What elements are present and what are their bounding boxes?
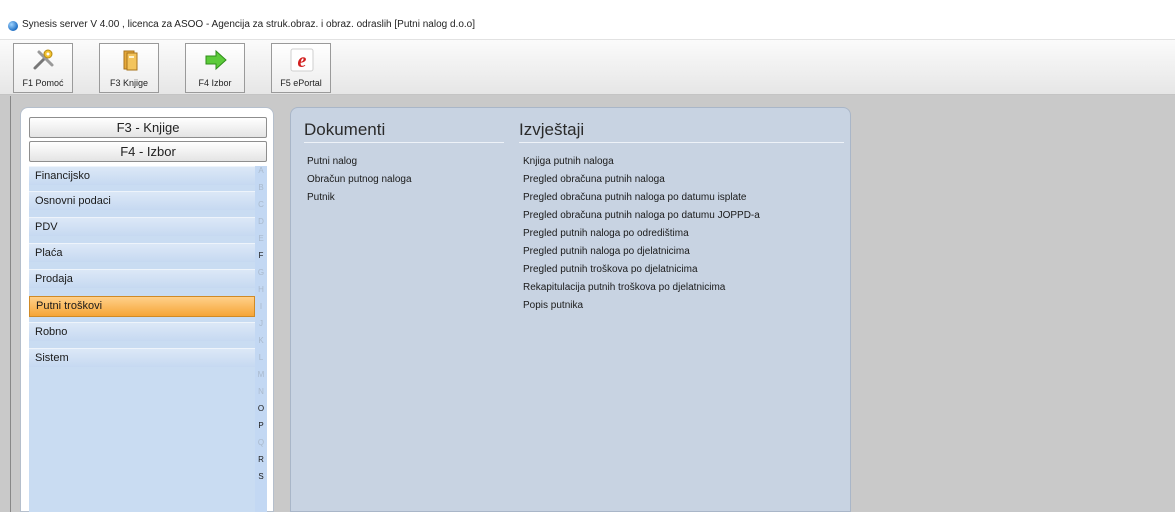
app-logo-icon xyxy=(8,21,18,31)
index-letter[interactable]: O xyxy=(255,404,267,413)
doc-link-putni-nalog[interactable]: Putni nalog xyxy=(307,156,357,167)
knjige-panel-button[interactable]: F3 - Knjige xyxy=(29,117,267,138)
index-letter[interactable]: Q xyxy=(255,438,267,447)
index-letter[interactable]: D xyxy=(255,217,267,226)
index-letter[interactable]: I xyxy=(255,302,267,311)
index-letter[interactable]: S xyxy=(255,472,267,481)
report-link[interactable]: Popis putnika xyxy=(523,300,583,311)
module-item-placa[interactable]: Plaća xyxy=(29,243,255,262)
izbor-panel-button[interactable]: F4 - Izbor xyxy=(29,141,267,162)
index-letter[interactable]: J xyxy=(255,319,267,328)
knjige-button-label: F3 Knjige xyxy=(109,78,149,88)
books-folder-icon xyxy=(123,50,138,71)
doc-link-putnik[interactable]: Putnik xyxy=(307,192,335,203)
index-letter[interactable]: N xyxy=(255,387,267,396)
module-item-putni-troskovi[interactable]: Putni troškovi xyxy=(29,296,255,317)
report-link[interactable]: Knjiga putnih naloga xyxy=(523,156,614,167)
index-letter[interactable]: F xyxy=(255,251,267,260)
index-letter[interactable]: L xyxy=(255,353,267,362)
index-letter[interactable]: K xyxy=(255,336,267,345)
help-button[interactable]: F1 Pomoć xyxy=(13,43,73,93)
index-letter[interactable]: M xyxy=(255,370,267,379)
izbor-button[interactable]: F4 Izbor xyxy=(185,43,245,93)
module-item-osnovni-podaci[interactable]: Osnovni podaci xyxy=(29,191,255,210)
index-letter[interactable]: P xyxy=(255,421,267,430)
module-list: Financijsko Osnovni podaci PDV Plaća Pro… xyxy=(29,166,255,512)
module-item-prodaja[interactable]: Prodaja xyxy=(29,269,255,288)
report-link[interactable]: Pregled putnih troškova po djelatnicima xyxy=(523,264,698,275)
module-item-financijsko[interactable]: Financijsko xyxy=(29,166,255,185)
izvjestaji-divider xyxy=(519,142,844,143)
dokumenti-divider xyxy=(304,142,504,143)
index-letter[interactable]: H xyxy=(255,285,267,294)
report-link[interactable]: Pregled putnih naloga po djelatnicima xyxy=(523,246,690,257)
module-panel: F3 - Knjige F4 - Izbor Financijsko Osnov… xyxy=(20,107,274,512)
help-tools-icon xyxy=(33,49,54,70)
doc-link-obracun[interactable]: Obračun putnog naloga xyxy=(307,174,412,185)
dokumenti-heading: Dokumenti xyxy=(304,120,386,139)
index-letter[interactable]: B xyxy=(255,183,267,192)
report-link[interactable]: Pregled obračuna putnih naloga po datumu… xyxy=(523,192,747,203)
eportal-button[interactable]: e F5 ePortal xyxy=(271,43,331,93)
alphabet-index: A B C D E F G H I J K L M N O P Q R S xyxy=(255,166,267,512)
toolbar: F1 Pomoć F3 Knjige F4 Izbor e F5 ePortal xyxy=(0,40,1175,95)
svg-text:e: e xyxy=(298,50,307,72)
content-panel: Dokumenti Izvještaji Putni nalog Obračun… xyxy=(290,107,851,512)
help-button-label: F1 Pomoć xyxy=(22,78,64,88)
knjige-button[interactable]: F3 Knjige xyxy=(99,43,159,93)
report-link[interactable]: Pregled putnih naloga po odredištima xyxy=(523,228,689,239)
report-link[interactable]: Pregled obračuna putnih naloga po datumu… xyxy=(523,210,760,221)
index-letter[interactable]: C xyxy=(255,200,267,209)
module-item-pdv[interactable]: PDV xyxy=(29,217,255,236)
module-item-robno[interactable]: Robno xyxy=(29,322,255,341)
index-letter[interactable]: A xyxy=(255,166,267,175)
green-arrow-icon xyxy=(205,49,227,71)
report-link[interactable]: Rekapitulacija putnih troškova po djelat… xyxy=(523,282,725,293)
eportal-e-icon: e xyxy=(290,48,314,72)
index-letter[interactable]: E xyxy=(255,234,267,243)
eportal-button-label: F5 ePortal xyxy=(280,78,322,88)
title-bar: Synesis server V 4.00 , licenca za ASOO … xyxy=(0,0,1175,40)
izvjestaji-heading: Izvještaji xyxy=(519,120,585,139)
index-letter[interactable]: R xyxy=(255,455,267,464)
module-item-sistem[interactable]: Sistem xyxy=(29,348,255,367)
izbor-button-label: F4 Izbor xyxy=(198,78,232,88)
report-link[interactable]: Pregled obračuna putnih naloga xyxy=(523,174,665,185)
index-letter[interactable]: G xyxy=(255,268,267,277)
window-title: Synesis server V 4.00 , licenca za ASOO … xyxy=(22,19,476,30)
